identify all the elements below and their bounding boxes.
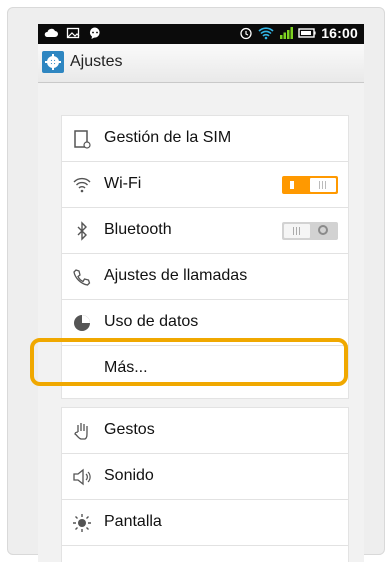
setting-data-usage[interactable]: Uso de datos: [62, 300, 348, 346]
speaker-icon: [73, 468, 91, 486]
setting-label: Ajustes de llamadas: [104, 267, 248, 284]
setting-label: Más...: [104, 359, 148, 376]
setting-label: Bluetooth: [104, 221, 172, 238]
app-bar: Ajustes: [38, 44, 364, 83]
status-bar: 16:00: [38, 24, 364, 44]
setting-more[interactable]: Más...: [62, 346, 348, 392]
image-icon: [66, 27, 80, 39]
phone-screen: 16:00 Ajustes Gestión de la SIM Wi-Fi Bl…: [38, 24, 364, 562]
settings-group-connections: Gestión de la SIM Wi-Fi Bluetooth Ajuste…: [61, 115, 349, 399]
wifi-toggle[interactable]: [282, 176, 338, 194]
setting-label: Sonido: [104, 467, 154, 484]
wifi-icon: [73, 177, 91, 193]
settings-group-device: Gestos Sonido Pantalla: [61, 407, 349, 562]
wifi-icon: [258, 27, 274, 40]
setting-label: Uso de datos: [104, 313, 199, 330]
messenger-icon: [90, 27, 100, 39]
phone-icon: [73, 269, 91, 286]
setting-label: Gestos: [104, 421, 155, 438]
setting-bluetooth[interactable]: Bluetooth: [62, 208, 348, 254]
page-title: Ajustes: [70, 53, 123, 70]
gear-icon[interactable]: [42, 51, 64, 73]
signal-icon: [280, 27, 294, 39]
setting-label: Wi-Fi: [104, 175, 142, 192]
brightness-icon: [73, 514, 91, 532]
data-usage-icon: [74, 315, 90, 331]
hand-icon: [74, 423, 88, 440]
setting-display[interactable]: Pantalla: [62, 500, 348, 546]
setting-sound[interactable]: Sonido: [62, 454, 348, 500]
battery-icon: [298, 28, 316, 38]
bluetooth-icon: [77, 221, 87, 241]
setting-wifi[interactable]: Wi-Fi: [62, 162, 348, 208]
setting-sim-management[interactable]: Gestión de la SIM: [62, 116, 348, 162]
status-time: 16:00: [321, 25, 358, 41]
setting-label: Gestión de la SIM: [104, 129, 232, 146]
sim-icon: [74, 130, 91, 149]
setting-label: Pantalla: [104, 513, 162, 530]
cloud-icon: [44, 28, 58, 37]
alarm-icon: [240, 27, 252, 40]
bluetooth-toggle[interactable]: [282, 222, 338, 240]
setting-call-settings[interactable]: Ajustes de llamadas: [62, 254, 348, 300]
setting-gestures[interactable]: Gestos: [62, 408, 348, 454]
